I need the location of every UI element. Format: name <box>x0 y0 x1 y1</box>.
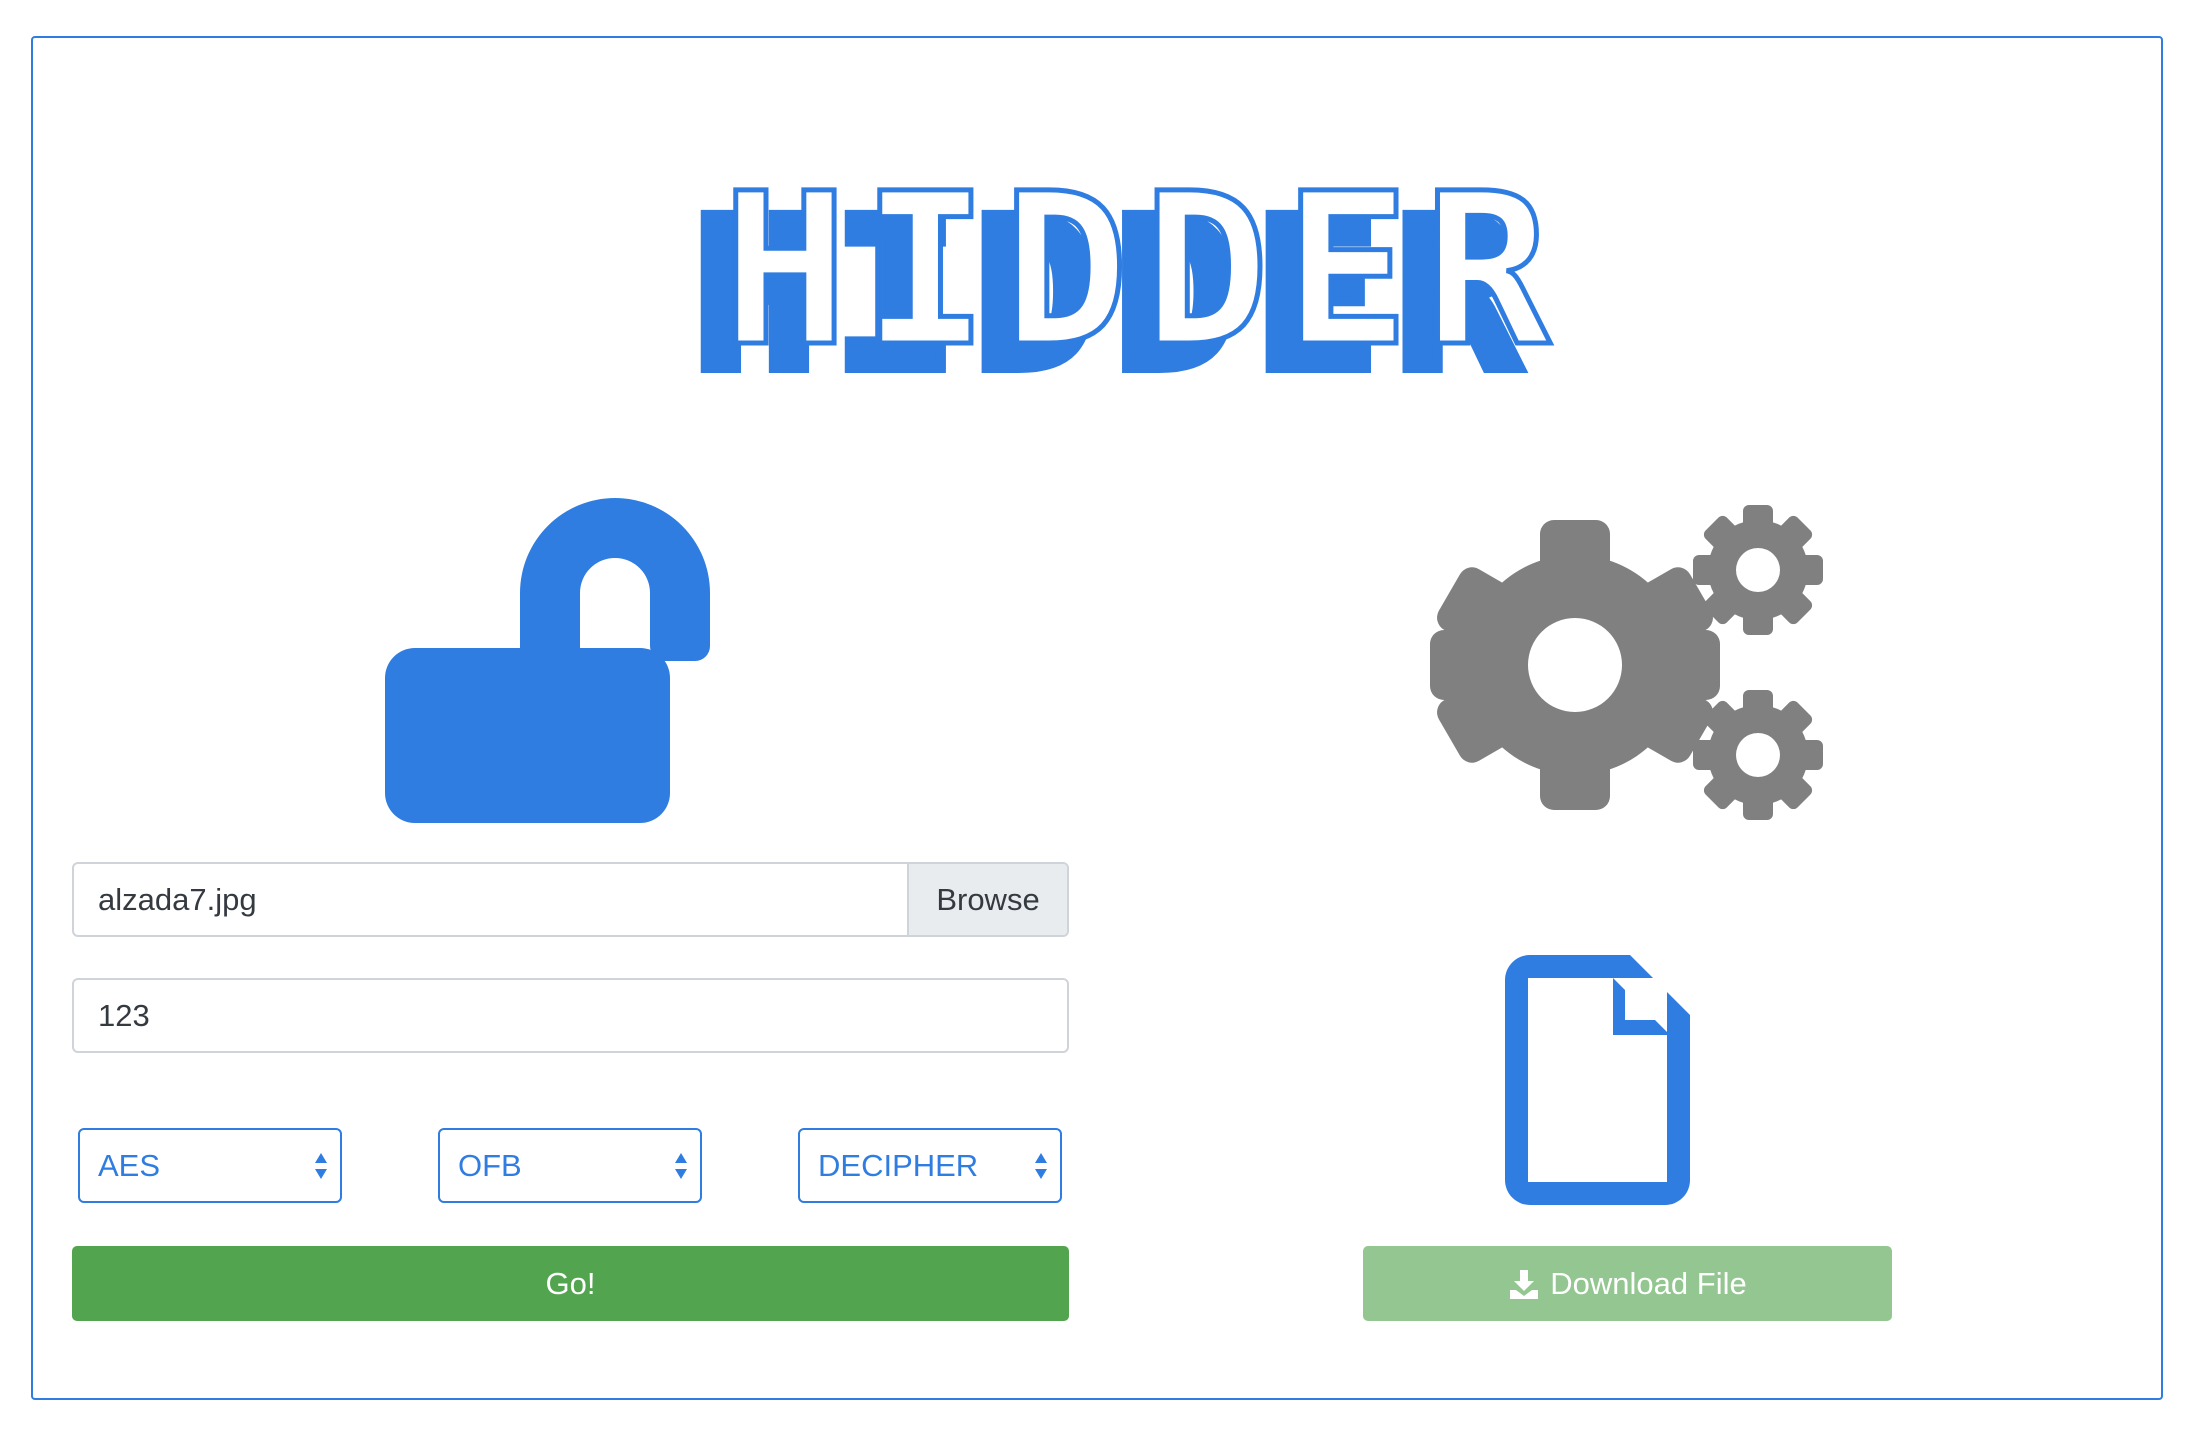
main-card: HIDDER HIDDER <box>31 36 2163 1400</box>
select-arrows-icon <box>674 1151 688 1181</box>
operation-select-value: DECIPHER <box>818 1147 979 1183</box>
file-picker[interactable]: alzada7.jpg Browse <box>72 862 1069 937</box>
download-icon <box>1510 1269 1539 1299</box>
select-arrows-icon <box>1034 1151 1048 1181</box>
download-file-button[interactable]: Download File <box>1363 1246 1892 1321</box>
download-file-label: Download File <box>1550 1265 1747 1301</box>
operation-select[interactable]: DECIPHER <box>798 1128 1062 1203</box>
file-name-field[interactable]: alzada7.jpg <box>74 864 907 935</box>
mode-select-value: OFB <box>458 1147 522 1183</box>
gears-icon <box>1420 495 1830 825</box>
go-button[interactable]: Go! <box>72 1246 1069 1321</box>
algorithm-select-value: AES <box>98 1147 161 1183</box>
key-input[interactable]: 123 <box>72 978 1069 1053</box>
logo-wordmark: HIDDER HIDDER <box>687 163 1565 393</box>
algorithm-select[interactable]: AES <box>78 1128 342 1203</box>
select-arrows-icon <box>314 1151 328 1181</box>
file-icon <box>1500 945 1700 1210</box>
unlocked-lock-icon <box>385 498 755 823</box>
mode-select[interactable]: OFB <box>438 1128 702 1203</box>
logo-face: HIDDER <box>722 163 1565 393</box>
browse-button[interactable]: Browse <box>907 864 1067 935</box>
app-logo: HIDDER HIDDER <box>513 163 1763 393</box>
